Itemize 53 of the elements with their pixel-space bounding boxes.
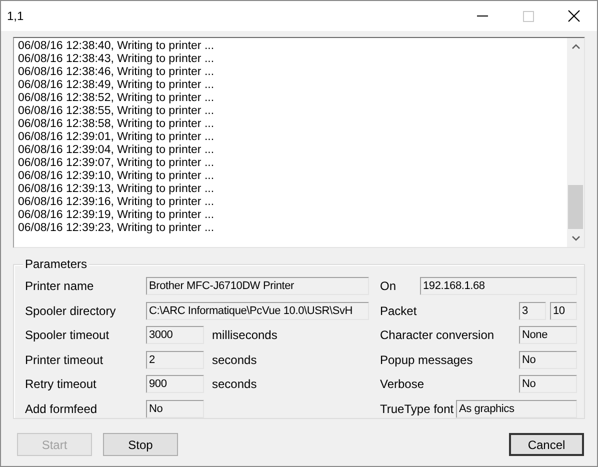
readonly-field[interactable]: 2 [146, 350, 204, 368]
field-label: Printer timeout [25, 352, 104, 366]
log-line: 06/08/16 12:39:16, Writing to printer ... [18, 196, 214, 209]
readonly-field[interactable]: 192.168.1.68 [420, 277, 577, 295]
log-line: 06/08/16 12:38:55, Writing to printer ... [18, 105, 214, 118]
field-label: Add formfeed [25, 402, 98, 416]
scroll-down-icon[interactable] [572, 236, 580, 241]
group-caption: Parameters [23, 257, 90, 271]
scroll-up-icon[interactable] [572, 44, 580, 49]
dialog-button[interactable]: Stop [103, 433, 178, 456]
field-label: Spooler directory [25, 304, 117, 318]
window-title: 1,1 [7, 9, 25, 23]
log-line: 06/08/16 12:39:13, Writing to printer ... [18, 183, 214, 196]
log-line: 06/08/16 12:39:07, Writing to printer ... [18, 157, 214, 170]
minimize-icon[interactable] [476, 15, 488, 17]
readonly-field[interactable]: 3000 [146, 326, 204, 344]
log-line: 06/08/16 12:39:04, Writing to printer ... [18, 144, 214, 157]
field-label: Verbose [380, 377, 426, 391]
scrollbar-thumb[interactable] [568, 185, 583, 229]
unit-label: seconds [212, 377, 257, 391]
field-label: Retry timeout [25, 377, 98, 391]
log-line: 06/08/16 12:38:40, Writing to printer ... [18, 40, 214, 53]
field-label: TrueType font [380, 402, 455, 416]
readonly-field[interactable]: As graphics [456, 400, 577, 418]
log-line: 06/08/16 12:38:49, Writing to printer ... [18, 79, 214, 92]
scrollbar[interactable] [567, 38, 584, 247]
log-line: 06/08/16 12:39:01, Writing to printer ... [18, 131, 214, 144]
field-label: Spooler timeout [25, 328, 110, 342]
readonly-field[interactable]: 900 [146, 375, 204, 393]
log-line: 06/08/16 12:39:19, Writing to printer ... [18, 209, 214, 222]
field-label: Printer name [25, 279, 95, 293]
log-line: 06/08/16 12:38:52, Writing to printer ... [18, 92, 214, 105]
field-label: On [380, 279, 398, 293]
log-line: 06/08/16 12:38:46, Writing to printer ... [18, 66, 214, 79]
field-label: Character conversion [380, 328, 496, 342]
log-line: 06/08/16 12:38:43, Writing to printer ... [18, 53, 214, 66]
field-label: Packet [380, 304, 418, 318]
readonly-field[interactable]: C:\ARC Informatique\PcVue 10.0\USR\SvH [146, 302, 369, 320]
log-line: 06/08/16 12:38:58, Writing to printer ... [18, 118, 214, 131]
readonly-field[interactable]: None [519, 326, 577, 344]
dialog-button[interactable]: Cancel [509, 433, 584, 456]
readonly-field[interactable]: No [146, 400, 204, 418]
readonly-field[interactable]: No [519, 375, 577, 393]
close-icon[interactable] [568, 10, 580, 22]
log-line: 06/08/16 12:39:10, Writing to printer ... [18, 170, 214, 183]
readonly-field[interactable]: 10 [550, 302, 577, 320]
readonly-field[interactable]: Brother MFC-J6710DW Printer [146, 277, 369, 295]
unit-label: milliseconds [212, 328, 278, 342]
field-label: Popup messages [380, 352, 474, 366]
readonly-field[interactable]: 3 [519, 302, 546, 320]
log-line: 06/08/16 12:39:23, Writing to printer ... [18, 222, 214, 235]
readonly-field[interactable]: No [519, 350, 577, 368]
unit-label: seconds [212, 352, 257, 366]
